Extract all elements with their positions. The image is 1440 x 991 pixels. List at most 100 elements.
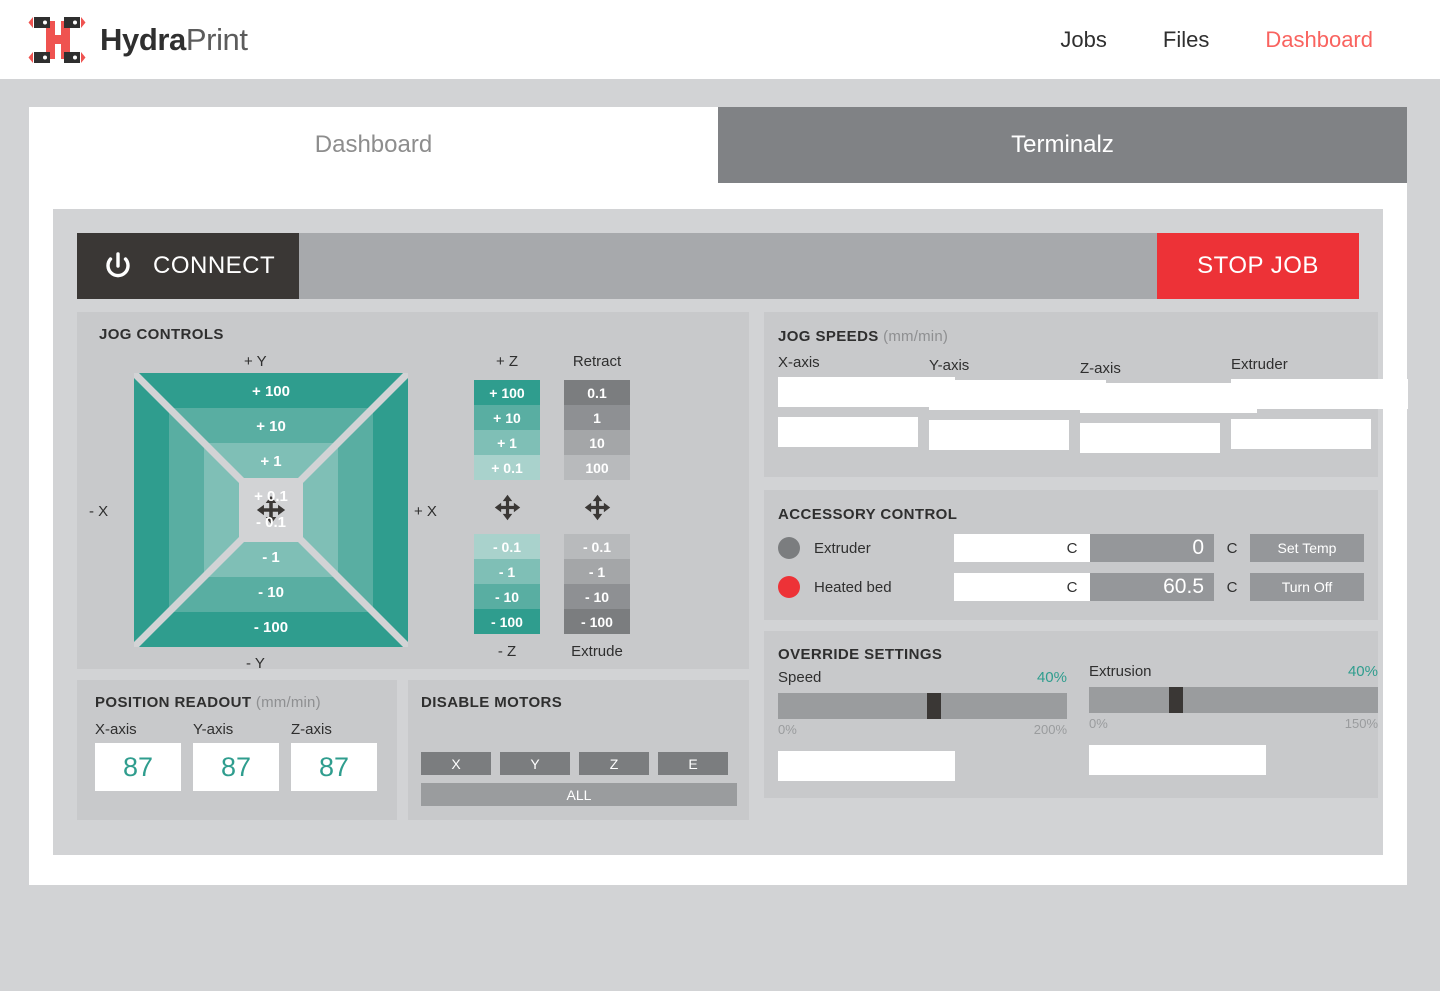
z-minus-100[interactable]: - 100	[474, 609, 540, 634]
set-temp-button[interactable]: Set Temp	[1250, 534, 1364, 562]
z-minus-1[interactable]: - 1	[474, 559, 540, 584]
position-readout-panel: POSITION READOUT (mm/min) X-axis 87 Y-ax…	[77, 680, 397, 820]
extruder-status-dot-icon	[778, 537, 800, 559]
override-speed-range: 0% 200%	[778, 722, 1067, 737]
nav-links: Jobs Files Dashboard	[1060, 27, 1373, 53]
disable-motor-x-button[interactable]: X	[421, 752, 491, 775]
tab-dashboard[interactable]: Dashboard	[29, 107, 718, 183]
left-bottom-row: POSITION READOUT (mm/min) X-axis 87 Y-ax…	[77, 680, 749, 820]
turn-off-button[interactable]: Turn Off	[1250, 573, 1364, 601]
nav-link-jobs[interactable]: Jobs	[1060, 27, 1106, 53]
nav-link-dashboard[interactable]: Dashboard	[1265, 27, 1373, 53]
jog-pad-minus-0.1[interactable]: - 0.1	[134, 514, 408, 531]
disable-motors-title: DISABLE MOTORS	[421, 694, 563, 711]
right-column: JOG SPEEDS (mm/min) X-axis Y-axis Z-axis…	[764, 312, 1408, 820]
jog-speed-y-label: Y-axis	[929, 357, 970, 374]
disable-motor-z-button[interactable]: Z	[579, 752, 649, 775]
disable-motor-all-button[interactable]: ALL	[421, 783, 737, 806]
override-speed-label: Speed	[778, 669, 822, 686]
jog-speeds-unit: (mm/min)	[883, 328, 949, 345]
jog-speeds-panel: JOG SPEEDS (mm/min) X-axis Y-axis Z-axis…	[764, 312, 1408, 477]
jog-speed-z-secondary-input[interactable]	[1080, 423, 1220, 453]
brand-logo[interactable]: HydraPrint	[28, 11, 248, 69]
jog-pad-plus-100[interactable]: + 100	[134, 383, 408, 400]
disable-motors-panel: DISABLE MOTORS X Y Z E ALL	[408, 680, 749, 820]
heated-bed-temp-stepper[interactable]	[954, 573, 1131, 601]
jog-pad-minus-100[interactable]: - 100	[134, 619, 408, 636]
retract-column-footer: Extrude	[571, 643, 623, 660]
jog-pad-minus-1[interactable]: - 1	[134, 549, 408, 566]
disable-motors-buttons: X Y Z E	[421, 752, 728, 775]
jog-speed-extruder-secondary-input[interactable]	[1231, 419, 1371, 449]
heated-bed-temp-readout: 60.5	[1090, 573, 1214, 601]
accessory-extruder-label: Extruder	[814, 539, 871, 557]
position-readout-title: POSITION READOUT	[95, 694, 252, 711]
jog-pad-minus-10[interactable]: - 10	[134, 584, 408, 601]
override-speed-input[interactable]	[778, 751, 955, 781]
jog-pad-plus-10[interactable]: + 10	[134, 418, 408, 435]
jog-speed-y-secondary-input[interactable]	[929, 420, 1069, 450]
override-extrusion-slider-handle[interactable]	[1168, 687, 1183, 713]
jog-speed-extruder-stepper[interactable]	[1231, 379, 1408, 409]
nav-link-files[interactable]: Files	[1163, 27, 1209, 53]
heated-bed-readout-unit: C	[1226, 578, 1238, 596]
jog-speed-z-label: Z-axis	[1080, 360, 1121, 377]
jog-speeds-title: JOG SPEEDS	[778, 328, 879, 345]
disable-motor-y-button[interactable]: Y	[500, 752, 570, 775]
extrude-minus-100[interactable]: - 100	[564, 609, 630, 634]
z-minus-0.1[interactable]: - 0.1	[474, 534, 540, 559]
z-home-button[interactable]	[474, 480, 540, 534]
retract-10[interactable]: 10	[564, 430, 630, 455]
extrude-minus-0.1[interactable]: - 0.1	[564, 534, 630, 559]
brand-name-bold: Hydra	[100, 21, 186, 57]
retract-100[interactable]: 100	[564, 455, 630, 480]
jog-speeds-header: JOG SPEEDS (mm/min)	[778, 328, 1378, 346]
jog-speed-x-stepper[interactable]	[778, 377, 955, 407]
connect-bar-spacer	[299, 233, 1157, 299]
override-speed-stepper[interactable]	[778, 751, 955, 781]
z-axis-column: + Z + 100 + 10 + 1 + 0.1 - 0.1 - 1 - 10 …	[474, 353, 540, 660]
override-extrusion-stepper[interactable]	[1089, 745, 1266, 775]
jog-speed-extruder: Extruder	[1231, 354, 1408, 453]
jog-controls-panel: JOG CONTROLS + Y - Y - X + X + 100 + 10 …	[77, 312, 749, 672]
jog-speeds-fields: X-axis Y-axis Z-axis Extruder	[778, 354, 1408, 453]
z-plus-0.1[interactable]: + 0.1	[474, 455, 540, 480]
jog-speed-x-label: X-axis	[778, 354, 820, 371]
retract-positive-group: 0.1 1 10 100	[564, 380, 630, 480]
jog-speed-extruder-input[interactable]	[1231, 379, 1408, 409]
position-axis-y-label: Y-axis	[193, 721, 234, 738]
retract-0.1[interactable]: 0.1	[564, 380, 630, 405]
extruder-home-button[interactable]	[564, 480, 630, 534]
extrude-minus-1[interactable]: - 1	[564, 559, 630, 584]
override-speed-min: 0%	[778, 722, 797, 737]
jog-speed-z-stepper[interactable]	[1080, 383, 1257, 413]
dashboard-content: CONNECT STOP JOB JOG CONTROLS + Y - Y - …	[53, 209, 1408, 855]
override-extrusion-input[interactable]	[1089, 745, 1266, 775]
dashboard-card: Dashboard Terminalz CONNECT STOP JOB JOG…	[29, 107, 1408, 885]
jog-pad[interactable]: + 100 + 10 + 1 + 0.1 - 0.1 - 1 - 10 - 10…	[134, 373, 408, 647]
z-plus-1[interactable]: + 1	[474, 430, 540, 455]
hydraprint-logo-icon	[28, 11, 86, 69]
z-plus-10[interactable]: + 10	[474, 405, 540, 430]
override-speed-slider-handle[interactable]	[927, 693, 942, 719]
tab-terminalz[interactable]: Terminalz	[718, 107, 1407, 183]
connect-button[interactable]: CONNECT	[77, 233, 299, 299]
disable-motor-e-button[interactable]: E	[658, 752, 728, 775]
extruder-input-unit: C	[1066, 539, 1078, 557]
override-extrusion-slider[interactable]	[1089, 687, 1378, 713]
position-axis-z: Z-axis 87	[291, 721, 377, 791]
stop-job-button[interactable]: STOP JOB	[1157, 233, 1359, 299]
extruder-temp-stepper[interactable]	[954, 534, 1131, 562]
retract-1[interactable]: 1	[564, 405, 630, 430]
jog-speed-extruder-label: Extruder	[1231, 356, 1288, 373]
jog-pad-plus-1[interactable]: + 1	[134, 453, 408, 470]
position-axis-y-value: 87	[193, 743, 279, 791]
extrude-minus-10[interactable]: - 10	[564, 584, 630, 609]
position-axis-z-label: Z-axis	[291, 721, 332, 738]
override-speed-slider[interactable]	[778, 693, 1067, 719]
z-plus-100[interactable]: + 100	[474, 380, 540, 405]
z-minus-10[interactable]: - 10	[474, 584, 540, 609]
jog-speed-y-stepper[interactable]	[929, 380, 1106, 410]
jog-speed-x-secondary-input[interactable]	[778, 417, 918, 447]
jog-pad-plus-0.1[interactable]: + 0.1	[134, 488, 408, 505]
